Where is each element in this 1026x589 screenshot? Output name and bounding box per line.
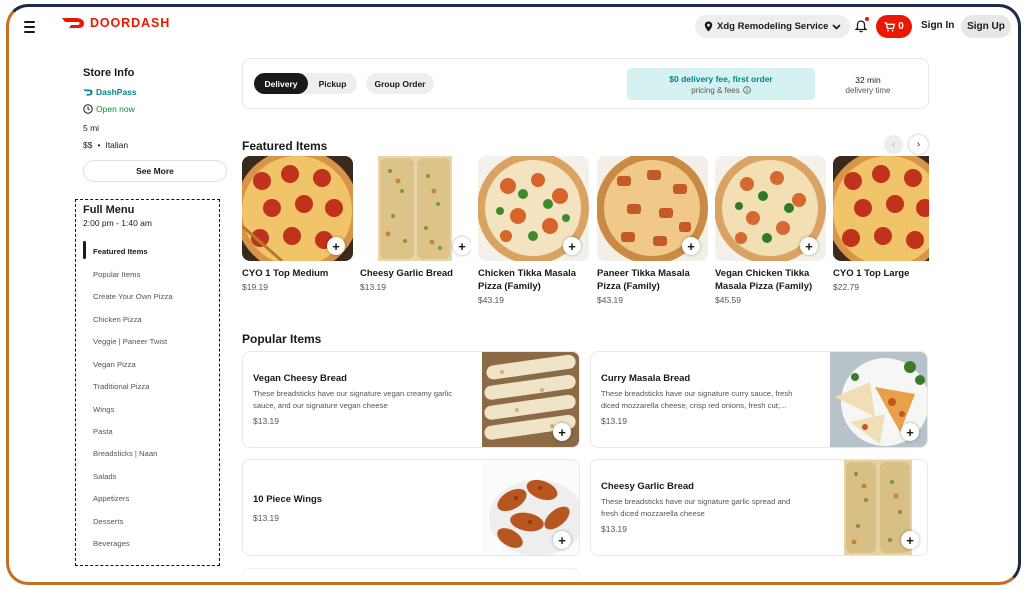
featured-item[interactable]: + Chicken Tikka Masala Pizza (Family) $4… <box>478 156 589 305</box>
menu-category[interactable]: Traditional Pizza <box>93 382 150 391</box>
separator-dot: • <box>97 140 101 150</box>
item-name: CYO 1 Top Large <box>833 268 910 279</box>
menu-category[interactable]: Create Your Own Pizza <box>93 292 172 301</box>
pepperoni-pizza-image: + <box>242 156 353 261</box>
add-item-button[interactable]: + <box>453 237 471 255</box>
featured-carousel: + CYO 1 Top Medium $19.19 + Cheesy Garli… <box>242 7 929 323</box>
popular-item-card[interactable]: Curry Masala Bread These breadsticks hav… <box>590 351 928 448</box>
add-item-button[interactable]: + <box>800 237 818 255</box>
popular-item-card[interactable]: 10 Piece Wings $13.19 + <box>242 459 580 556</box>
open-status: Open now <box>83 104 135 114</box>
next-card-partial <box>242 568 580 578</box>
item-name: Vegan Chicken Tikka Masala Pizza (Family… <box>715 268 813 292</box>
browser-frame: DOORDASH Xdg Remodeling Service 0 Sign I… <box>6 4 1021 585</box>
menu-category[interactable]: Appetizers <box>93 494 129 503</box>
store-distance: 5 mi <box>83 123 100 133</box>
add-item-button[interactable]: + <box>553 423 571 441</box>
see-more-button[interactable]: See More <box>83 160 227 182</box>
menu-category[interactable]: Veggie | Paneer Twist <box>93 337 167 346</box>
store-price-cuisine: $$ • Italian <box>83 140 128 150</box>
add-item-button[interactable]: + <box>553 531 571 549</box>
featured-item[interactable]: + Vegan Chicken Tikka Masala Pizza (Fami… <box>715 156 826 305</box>
pepperoni-pizza-large-image: + <box>833 156 929 261</box>
brand-name: DOORDASH <box>90 16 171 30</box>
page-root: DOORDASH Xdg Remodeling Service 0 Sign I… <box>9 7 1018 582</box>
item-price: $45.59 <box>715 295 741 305</box>
item-name: Paneer Tikka Masala Pizza (Family) <box>597 268 690 292</box>
add-item-button[interactable]: + <box>327 237 345 255</box>
menu-category[interactable]: Wings <box>93 405 114 414</box>
full-menu-title: Full Menu <box>83 204 135 216</box>
item-name: 10 Piece Wings <box>253 494 323 505</box>
item-name: Cheesy Garlic Bread <box>601 481 694 492</box>
menu-category[interactable]: Pasta <box>93 427 113 436</box>
popular-title: Popular Items <box>242 332 322 346</box>
add-item-button[interactable]: + <box>901 531 919 549</box>
item-name: Vegan Cheesy Bread <box>253 373 347 384</box>
menu-category[interactable]: Featured Items <box>93 247 148 256</box>
item-price: $19.19 <box>242 282 268 292</box>
menu-category[interactable]: Salads <box>93 472 117 481</box>
menu-category[interactable]: Beverages <box>93 539 130 548</box>
item-price: $13.19 <box>253 416 279 426</box>
featured-item[interactable]: + CYO 1 Top Medium $19.19 <box>242 156 353 292</box>
featured-item[interactable]: + Paneer Tikka Masala Pizza (Family) $43… <box>597 156 708 305</box>
menu-icon[interactable] <box>17 17 41 37</box>
item-price: $13.19 <box>253 513 279 523</box>
chicken-tikka-pizza-image: + <box>478 156 589 261</box>
item-name: CYO 1 Top Medium <box>242 268 329 279</box>
item-description: These breadsticks have our signature veg… <box>253 389 453 410</box>
add-item-button[interactable]: + <box>682 237 700 255</box>
dashpass-icon <box>83 89 93 95</box>
menu-hours: 2:00 pm - 1:40 am <box>83 218 152 228</box>
popular-item-card[interactable]: Cheesy Garlic Bread These breadsticks ha… <box>590 459 928 556</box>
clock-icon <box>83 104 93 114</box>
item-description: These breadsticks have our signature gar… <box>601 497 791 518</box>
item-description: These breadsticks have our signature cur… <box>601 389 793 410</box>
item-price: $13.19 <box>601 524 627 534</box>
vegan-chicken-tikka-pizza-image: + <box>715 156 826 261</box>
add-item-button[interactable]: + <box>563 237 581 255</box>
menu-category[interactable]: Popular Items <box>93 270 140 279</box>
sign-up-button[interactable]: Sign Up <box>961 15 1011 38</box>
doordash-swoosh-icon <box>62 18 84 28</box>
item-price: $43.19 <box>478 295 504 305</box>
popular-item-card[interactable]: Vegan Cheesy Bread These breadsticks hav… <box>242 351 580 448</box>
item-name: Chicken Tikka Masala Pizza (Family) <box>478 268 577 292</box>
featured-item[interactable]: + Cheesy Garlic Bread $13.19 <box>360 156 471 292</box>
item-name: Curry Masala Bread <box>601 373 691 384</box>
item-price: $13.19 <box>601 416 627 426</box>
dashpass-badge: DashPass <box>83 87 137 97</box>
active-category-indicator <box>83 241 86 259</box>
item-price: $13.19 <box>360 282 386 292</box>
add-item-button[interactable]: + <box>901 423 919 441</box>
item-name: Cheesy Garlic Bread <box>360 268 453 279</box>
menu-category[interactable]: Breadsticks | Naan <box>93 449 157 458</box>
open-status-text: Open now <box>96 104 135 114</box>
menu-category[interactable]: Vegan Pizza <box>93 360 136 369</box>
dashpass-label: DashPass <box>96 87 137 97</box>
menu-category[interactable]: Desserts <box>93 517 123 526</box>
item-price: $43.19 <box>597 295 623 305</box>
paneer-tikka-pizza-image: + <box>597 156 708 261</box>
cuisine: Italian <box>105 140 129 150</box>
item-price: $22.79 <box>833 282 859 292</box>
store-info-title: Store Info <box>83 67 135 79</box>
menu-category[interactable]: Chicken Pizza <box>93 315 142 324</box>
featured-item[interactable]: + CYO 1 Top Large $22.79 <box>833 156 929 292</box>
garlic-bread-image: + <box>360 156 471 261</box>
doordash-logo[interactable]: DOORDASH <box>61 16 170 30</box>
price-level: $$ <box>83 140 93 150</box>
